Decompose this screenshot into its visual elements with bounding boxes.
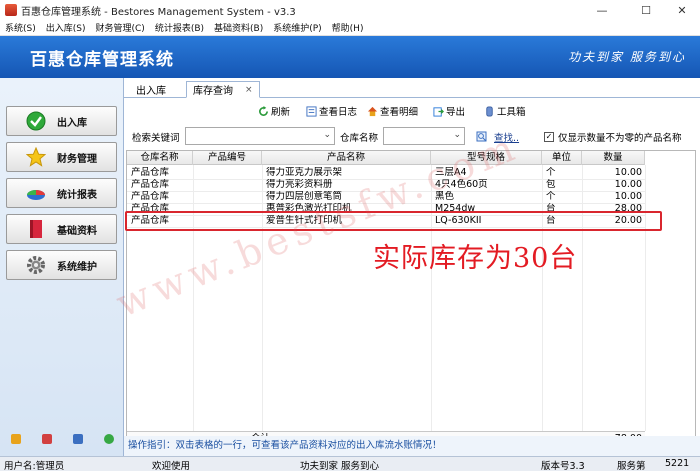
- column-header[interactable]: 仓库名称: [127, 151, 193, 165]
- nav-label: 基础资料: [57, 225, 97, 237]
- table-cell: 个: [546, 167, 556, 178]
- status-welcome: 欢迎使用: [152, 461, 191, 471]
- close-tab-icon[interactable]: ×: [245, 85, 253, 95]
- status-service: 服务第: [617, 461, 646, 471]
- status-slogan: 功夫到家 服务到心: [300, 461, 380, 471]
- tab-inout[interactable]: 出入库: [130, 81, 172, 98]
- checkbox-box: ✓: [544, 132, 554, 142]
- log-icon: [306, 105, 317, 117]
- column-header[interactable]: 产品编号: [193, 151, 262, 165]
- nav-reports-button[interactable]: 统计报表: [6, 178, 117, 208]
- table-cell: 10.00: [614, 179, 642, 190]
- nav-label: 财务管理: [57, 153, 97, 165]
- table-cell: [197, 191, 260, 203]
- checkbox-label: 仅显示数量不为零的产品名称: [558, 133, 682, 144]
- warehouse-combo[interactable]: ⌄: [383, 127, 465, 145]
- gear-icon: [25, 254, 47, 276]
- chevron-down-icon: ⌄: [323, 130, 331, 140]
- pie-chart-icon: [25, 182, 47, 204]
- menu-reports[interactable]: 统计报表(B): [150, 21, 209, 34]
- maximize-button[interactable]: ☐: [628, 0, 664, 20]
- menu-help[interactable]: 帮助(H): [327, 21, 369, 34]
- nav-inout-button[interactable]: 出入库: [6, 106, 117, 136]
- banner-title: 百惠仓库管理系统: [30, 50, 174, 70]
- book-icon: [25, 218, 47, 240]
- menu-bar: 系统(S) 出入库(S) 财务管理(C) 统计报表(B) 基础资料(B) 系统维…: [0, 20, 700, 36]
- tools-icon[interactable]: [41, 434, 52, 444]
- column-header[interactable]: 单位: [542, 151, 582, 165]
- title-bar: 百惠仓库管理系统 - Bestores Management System - …: [0, 0, 700, 20]
- banner-slogan: 功夫到家 服务到心: [568, 50, 686, 64]
- menu-inout[interactable]: 出入库(S): [41, 21, 91, 34]
- sidebar-bottom-icons: [0, 430, 124, 448]
- table-cell: 产品仓库: [131, 167, 170, 178]
- toolbar-label: 导出: [446, 107, 466, 118]
- nav-label: 系统维护: [57, 261, 97, 273]
- sidebar: 出入库 财务管理 统计报表 基础资料 系统维护: [0, 78, 124, 456]
- toolbox-button[interactable]: 工具箱: [484, 104, 526, 118]
- nav-basic-data-button[interactable]: 基础资料: [6, 214, 117, 244]
- info-icon[interactable]: [103, 434, 114, 444]
- view-log-button[interactable]: 查看日志: [306, 104, 357, 118]
- status-bar: 用户名:管理员 欢迎使用 功夫到家 服务到心 版本号3.3 服务第 5221: [0, 456, 700, 471]
- app-icon: [5, 4, 17, 16]
- nav-maintenance-button[interactable]: 系统维护: [6, 250, 117, 280]
- table-cell: 产品仓库: [131, 191, 170, 202]
- export-icon: [433, 106, 444, 117]
- view-detail-button[interactable]: 查看明细: [367, 104, 418, 118]
- nav-label: 统计报表: [57, 189, 97, 201]
- tab-label: 库存查询: [193, 86, 233, 97]
- hint-text: 操作指引：双击表格的一行，可查看该产品资料对应的出入库流水账情况！: [124, 436, 700, 456]
- warehouse-label: 仓库名称: [340, 133, 379, 144]
- search-row: 检索关键词 ⌄ 仓库名称 ⌄ 查找.. ✓ 仅显示数量不为零的产品名称: [124, 127, 700, 147]
- keyword-combo[interactable]: ⌄: [185, 127, 335, 145]
- menu-basic-data[interactable]: 基础资料(B): [209, 21, 268, 34]
- refresh-icon: [259, 105, 268, 116]
- menu-finance[interactable]: 财务管理(C): [91, 21, 150, 34]
- toolbar-label: 查看明细: [380, 107, 419, 118]
- nav-label: 出入库: [57, 117, 87, 129]
- status-code: 5221: [665, 458, 690, 469]
- toolbar: 刷新 查看日志 查看明细 导出 工具箱: [124, 102, 700, 120]
- status-user: 用户名:管理员: [4, 461, 65, 471]
- menu-maintenance[interactable]: 系统维护(P): [268, 21, 326, 34]
- column-header[interactable]: 数量: [582, 151, 645, 165]
- table-header: 仓库名称 产品编号 产品名称 型号规格 单位 数量: [127, 151, 645, 165]
- window-title: 百惠仓库管理系统 - Bestores Management System - …: [21, 6, 296, 18]
- toolbox-icon: [486, 105, 493, 117]
- star-icon: [25, 146, 47, 168]
- table-cell: 10.00: [614, 191, 642, 202]
- tab-strip: 出入库 库存查询 ×: [124, 78, 700, 98]
- table-cell: 个: [546, 191, 556, 202]
- column-header[interactable]: 产品名称: [262, 151, 431, 165]
- tab-inventory-query[interactable]: 库存查询 ×: [186, 81, 260, 98]
- menu-system[interactable]: 系统(S): [0, 21, 41, 34]
- nonzero-checkbox[interactable]: ✓ 仅显示数量不为零的产品名称: [544, 130, 682, 144]
- app-banner: 百惠仓库管理系统 功夫到家 服务到心: [0, 36, 700, 78]
- annotation-text: 实际库存为30台: [373, 243, 578, 274]
- calendar-icon[interactable]: [72, 434, 83, 444]
- toolbar-label: 查看日志: [319, 107, 358, 118]
- column-divider: [645, 165, 646, 431]
- toolbar-label: 刷新: [271, 107, 291, 118]
- settings-icon[interactable]: [10, 434, 21, 444]
- toolbar-label: 工具箱: [497, 107, 526, 118]
- chevron-down-icon: ⌄: [453, 130, 461, 140]
- table-cell: 包: [546, 179, 556, 190]
- tab-label: 出入库: [136, 86, 166, 97]
- refresh-button[interactable]: 刷新: [258, 104, 290, 118]
- close-button[interactable]: ✕: [664, 0, 700, 20]
- check-circle-icon: [25, 110, 47, 132]
- table-cell: 10.00: [614, 167, 642, 178]
- keyword-label: 检索关键词: [132, 133, 180, 144]
- export-button[interactable]: 导出: [433, 104, 465, 118]
- minimize-button[interactable]: —: [584, 0, 620, 20]
- table-cell: 产品仓库: [131, 179, 170, 190]
- home-icon: [367, 106, 378, 116]
- table-cell: [197, 179, 260, 191]
- status-version: 版本号3.3: [541, 461, 585, 471]
- nav-finance-button[interactable]: 财务管理: [6, 142, 117, 172]
- table-cell: [197, 167, 260, 179]
